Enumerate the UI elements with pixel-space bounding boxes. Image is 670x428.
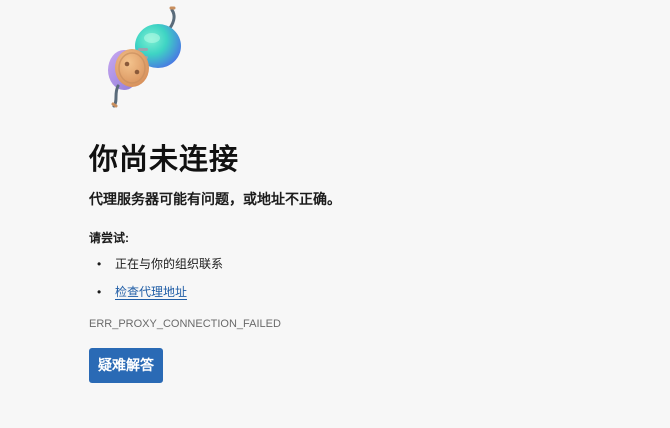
bullet-icon: • [97,257,102,271]
error-code: ERR_PROXY_CONNECTION_FAILED [89,318,281,330]
check-proxy-address-link[interactable]: 检查代理地址 [115,285,187,299]
error-description: 代理服务器可能有问题，或地址不正确。 [89,191,341,207]
page-title: 你尚未连接 [89,144,240,176]
disconnected-plug-illustration [108,6,181,108]
error-page: 你尚未连接 代理服务器可能有问题，或地址不正确。 请尝试: • 正在与你的组织联系… [0,0,670,428]
suggestion-list: • 正在与你的组织联系 • 检查代理地址 [97,255,223,311]
try-label: 请尝试: [89,231,129,245]
troubleshoot-button[interactable]: 疑难解答 [89,348,163,383]
suggestion-contact-organization: • 正在与你的组织联系 [97,255,223,283]
suggestion-check-proxy: • 检查代理地址 [97,283,223,311]
bullet-icon: • [97,285,102,299]
suggestion-text: 正在与你的组织联系 [115,257,224,271]
